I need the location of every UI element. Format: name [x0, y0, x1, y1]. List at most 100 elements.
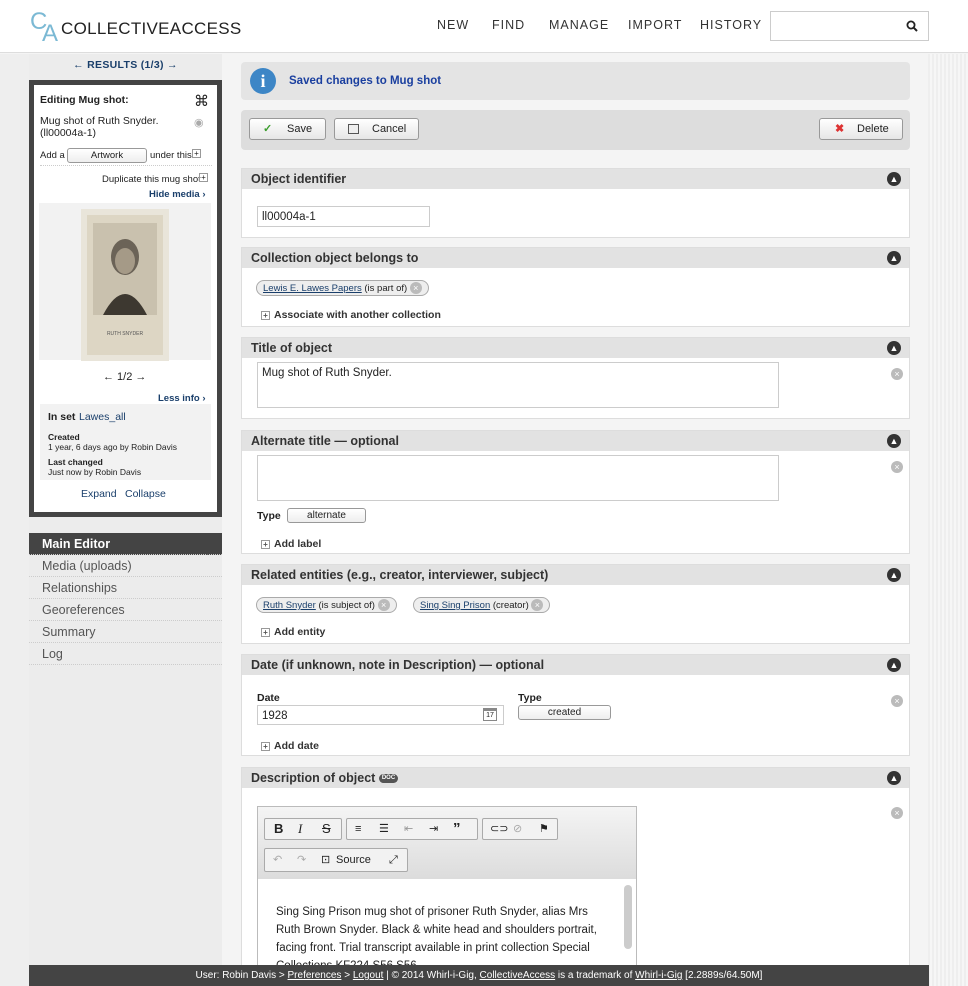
collection-tag: Lewis E. Lawes Papers (is part of) × — [256, 280, 429, 296]
collectiveaccess-link[interactable]: CollectiveAccess — [480, 970, 556, 981]
type-select[interactable]: Artwork — [67, 148, 147, 163]
add-date-link[interactable]: + Add date — [261, 740, 319, 752]
collectiveaccess-logo[interactable]: C A COLLECTIVEACCESS — [30, 8, 241, 47]
entity-link[interactable]: Sing Sing Prison — [420, 600, 490, 611]
section-object-identifier: Object identifier ▲ ll00004a-1 — [241, 168, 910, 238]
search-icon[interactable] — [906, 20, 918, 32]
numbered-list-icon[interactable]: ≡ — [355, 819, 361, 839]
remove-icon[interactable]: × — [531, 599, 544, 611]
add-child-icon[interactable]: + — [192, 149, 201, 158]
remove-icon[interactable]: × — [891, 807, 903, 819]
doc-badge[interactable]: DOC — [378, 774, 399, 784]
under-this-label: under this — [150, 150, 192, 161]
mug-shot-image[interactable]: RUTH SNYDER — [81, 209, 169, 361]
whirl-i-gig-link[interactable]: Whirl-i-Gig — [635, 970, 682, 981]
eye-icon[interactable]: ◉ — [194, 116, 204, 129]
collapse-up-icon[interactable]: ▲ — [887, 434, 901, 448]
menu-main-editor[interactable]: Main Editor — [29, 533, 222, 555]
delete-button[interactable]: ✖ Delete — [819, 118, 903, 140]
menu-summary[interactable]: Summary — [29, 621, 222, 643]
divider — [40, 165, 212, 166]
bullet-list-icon[interactable]: ☰ — [379, 819, 389, 839]
collapse-up-icon[interactable]: ▲ — [887, 771, 901, 785]
preferences-link[interactable]: Preferences — [288, 970, 342, 981]
nav-manage[interactable]: MANAGE — [549, 18, 609, 32]
logout-link[interactable]: Logout — [353, 970, 384, 981]
duplicate-link[interactable]: Duplicate this mug shot — [102, 174, 201, 185]
nav-find[interactable]: FIND — [492, 18, 525, 32]
media-pager[interactable]: ← 1/2 → — [103, 371, 146, 383]
section-title: Alternate title — optional ▲ — [242, 431, 909, 451]
source-label[interactable]: Source — [336, 849, 371, 871]
alternate-type-select[interactable]: alternate — [287, 508, 366, 523]
strike-icon[interactable]: S — [322, 819, 331, 839]
redo-icon[interactable]: ↷ — [297, 849, 306, 871]
collapse-up-icon[interactable]: ▲ — [887, 251, 901, 265]
remove-icon[interactable]: × — [377, 599, 390, 611]
title-field[interactable]: Mug shot of Ruth Snyder. — [257, 362, 779, 408]
unlink-icon[interactable]: ⊘ — [513, 819, 522, 839]
command-icon[interactable]: ⌘ — [194, 92, 209, 110]
collapse-up-icon[interactable]: ▲ — [887, 658, 901, 672]
add-entity-link[interactable]: + Add entity — [261, 626, 325, 638]
source-icon[interactable]: ⊡ — [321, 849, 330, 871]
date-type-select[interactable]: created — [518, 705, 611, 720]
collapse-link[interactable]: Collapse — [125, 488, 166, 500]
expand-link[interactable]: Expand — [81, 488, 117, 500]
add-label-link[interactable]: + Add label — [261, 538, 321, 550]
link-icon[interactable]: ⊂⊃ — [490, 819, 508, 839]
last-changed-value: Just now by Robin Davis — [48, 467, 142, 477]
associate-collection-link[interactable]: + Associate with another collection — [261, 309, 441, 321]
search-input[interactable] — [770, 11, 929, 41]
collapse-up-icon[interactable]: ▲ — [887, 172, 901, 186]
anchor-flag-icon[interactable]: ⚑ — [539, 819, 549, 839]
set-name-link[interactable]: Lawes_all — [79, 411, 126, 423]
entity-tag: Ruth Snyder (is subject of) × — [256, 597, 397, 613]
nav-new[interactable]: NEW — [437, 18, 469, 32]
collapse-up-icon[interactable]: ▲ — [887, 568, 901, 582]
section-title: Title of object ▲ — [242, 338, 909, 358]
editor-menu: Main Editor Media (uploads) Relationship… — [29, 533, 222, 665]
menu-media[interactable]: Media (uploads) — [29, 555, 222, 577]
rich-text-editor[interactable]: BIS ≡ ☰ ⇤ ⇥ ” ⊂⊃ ⊘ ⚑ ↶ ↷ ⊡ Source ⤢ Sing Sing Pris… — [257, 806, 637, 965]
indent-icon[interactable]: ⇥ — [429, 819, 438, 839]
logo-a: A — [42, 20, 59, 47]
maximize-icon[interactable]: ⤢ — [389, 849, 398, 871]
remove-icon[interactable]: × — [409, 282, 422, 294]
menu-log[interactable]: Log — [29, 643, 222, 665]
remove-icon[interactable]: × — [891, 461, 903, 473]
collection-link[interactable]: Lewis E. Lawes Papers — [263, 283, 362, 294]
calendar-icon[interactable]: 17 — [483, 708, 497, 721]
bold-icon[interactable]: B — [274, 819, 283, 839]
italic-icon[interactable]: I — [298, 819, 302, 839]
cancel-button[interactable]: Cancel — [334, 118, 419, 140]
save-button[interactable]: ✓ Save — [249, 118, 326, 140]
results-nav[interactable]: ← RESULTS (1/3) → — [0, 59, 251, 71]
nav-history[interactable]: HISTORY — [700, 18, 762, 32]
menu-georeferences[interactable]: Georeferences — [29, 599, 222, 621]
menu-relationships[interactable]: Relationships — [29, 577, 222, 599]
info-icon: i — [250, 68, 276, 94]
less-info-link[interactable]: Less info › — [158, 393, 206, 404]
hide-media-link[interactable]: Hide media › — [149, 189, 206, 200]
right-gutter — [928, 54, 968, 986]
date-field[interactable]: 1928 — [257, 705, 504, 725]
duplicate-icon[interactable]: + — [199, 173, 208, 182]
footer-stats: [2.2889s/64.50M] — [682, 970, 763, 981]
entity-link[interactable]: Ruth Snyder — [263, 600, 316, 611]
outdent-icon[interactable]: ⇤ — [404, 819, 413, 839]
editor-scrollbar[interactable] — [624, 885, 632, 949]
footer-copyright: | © 2014 Whirl-i-Gig, — [383, 970, 480, 981]
undo-icon[interactable]: ↶ — [273, 849, 282, 871]
identifier-field[interactable]: ll00004a-1 — [257, 206, 430, 227]
alternate-title-field[interactable] — [257, 455, 779, 501]
notice-bar: i Saved changes to Mug shot — [241, 62, 910, 100]
remove-icon[interactable]: × — [891, 368, 903, 380]
remove-icon[interactable]: × — [891, 695, 903, 707]
inspector-object-name: Mug shot of Ruth Snyder. — [40, 115, 159, 127]
inspector-title: Editing Mug shot: — [40, 94, 129, 106]
nav-import[interactable]: IMPORT — [628, 18, 682, 32]
collapse-up-icon[interactable]: ▲ — [887, 341, 901, 355]
type-label: Type — [257, 510, 281, 522]
blockquote-icon[interactable]: ” — [453, 819, 461, 839]
